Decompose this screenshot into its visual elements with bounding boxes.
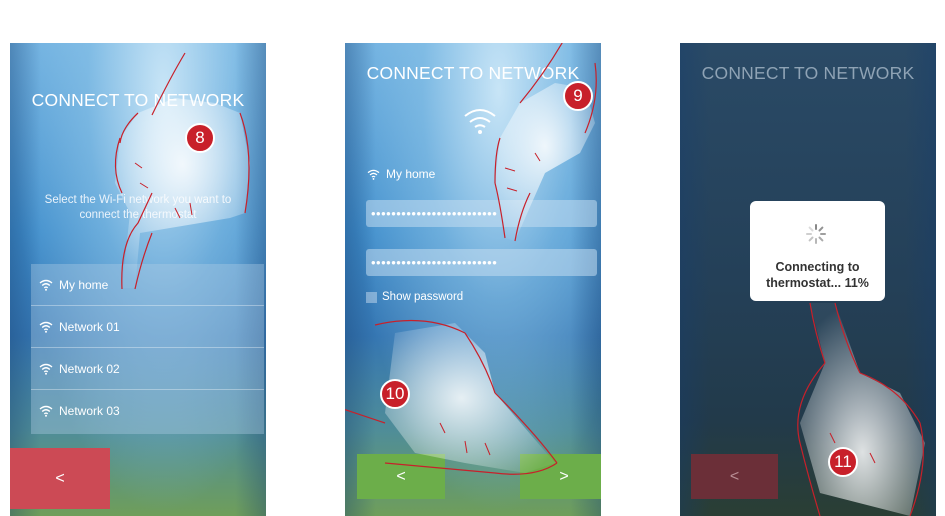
instruction-line-2: connect the thermostat bbox=[79, 209, 197, 221]
status-line-2: thermostat... 11% bbox=[766, 276, 869, 290]
screen-enter-password: CONNECT TO NETWORK My home •••••••••••••… bbox=[345, 43, 601, 516]
network-list: My home Network 01 Network 02 Network 03 bbox=[31, 264, 264, 434]
step-badge: 10 bbox=[380, 379, 410, 409]
wifi-icon bbox=[367, 169, 380, 180]
page-title: CONNECT TO NETWORK bbox=[366, 63, 580, 83]
wifi-icon bbox=[464, 109, 496, 134]
page-title: CONNECT TO NETWORK bbox=[31, 90, 245, 110]
instruction-line-1: Select the Wi-Fi network you want to bbox=[44, 194, 232, 206]
pointing-hand-illustration bbox=[797, 302, 925, 516]
network-name: Network 02 bbox=[59, 361, 120, 376]
instruction-text: Select the Wi-Fi network you want to con… bbox=[30, 193, 246, 223]
screen-select-network: CONNECT TO NETWORK Select the Wi-Fi netw… bbox=[10, 43, 266, 516]
network-item-network-03[interactable]: Network 03 bbox=[31, 390, 264, 432]
screen-connecting: CONNECT TO NETWORK Connecting to thermos… bbox=[680, 43, 936, 516]
wifi-icon bbox=[39, 321, 53, 333]
network-name: My home bbox=[386, 167, 436, 181]
connecting-dialog: Connecting to thermostat... 11% bbox=[750, 201, 885, 301]
network-item-network-02[interactable]: Network 02 bbox=[31, 348, 264, 390]
connecting-status-text: Connecting to thermostat... 11% bbox=[750, 259, 885, 291]
step-badge: 9 bbox=[563, 81, 593, 111]
network-name: Network 03 bbox=[59, 404, 120, 418]
network-item-my-home[interactable]: My home bbox=[31, 264, 264, 306]
step-badge: 8 bbox=[185, 123, 215, 153]
back-button[interactable]: < bbox=[691, 454, 778, 499]
status-line-1: Connecting to bbox=[775, 260, 860, 274]
network-name: Network 01 bbox=[59, 319, 120, 334]
back-button[interactable]: < bbox=[10, 448, 110, 509]
wifi-icon bbox=[39, 363, 53, 375]
page-title: CONNECT TO NETWORK bbox=[701, 63, 915, 83]
show-password-toggle[interactable]: Show password bbox=[366, 291, 463, 303]
confirm-password-field[interactable]: ••••••••••••••••••••••••• bbox=[366, 249, 597, 276]
selected-network: My home bbox=[367, 167, 435, 181]
wifi-icon bbox=[39, 279, 53, 291]
back-button[interactable]: < bbox=[357, 454, 445, 499]
step-badge: 11 bbox=[828, 447, 858, 477]
show-password-checkbox[interactable] bbox=[366, 291, 377, 303]
loading-spinner-icon bbox=[806, 224, 826, 244]
show-password-label: Show password bbox=[382, 291, 464, 303]
wifi-icon bbox=[39, 405, 53, 417]
network-name: My home bbox=[59, 277, 109, 292]
password-field[interactable]: ••••••••••••••••••••••••• bbox=[366, 200, 597, 227]
network-item-network-01[interactable]: Network 01 bbox=[31, 306, 264, 348]
next-button[interactable]: > bbox=[520, 454, 601, 499]
